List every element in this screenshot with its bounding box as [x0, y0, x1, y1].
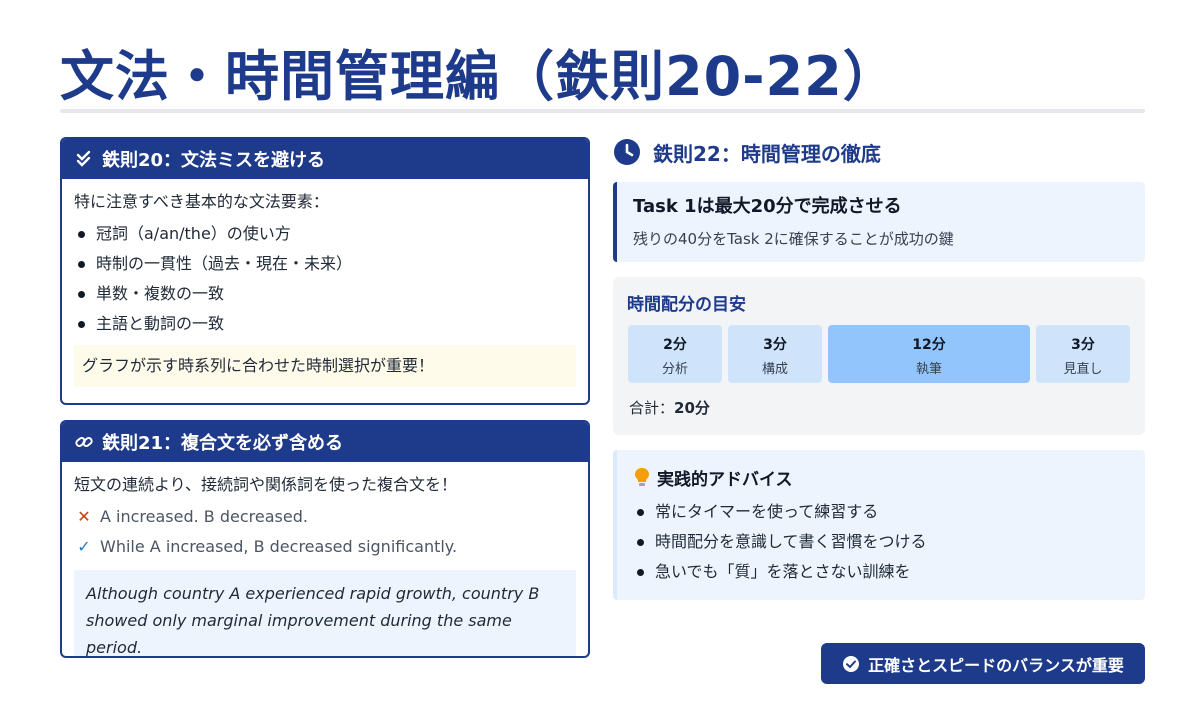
example-quote: Although country A experienced rapid gro… — [74, 570, 576, 656]
rule21-heading: 鉄則21：複合文を必ず含める — [102, 433, 344, 454]
list-item: 時間配分を意識して書く習慣をつける — [633, 527, 1129, 557]
link-icon — [74, 432, 94, 452]
rule20-header: 鉄則20：文法ミスを避ける — [62, 139, 588, 179]
rule20-card: 鉄則20：文法ミスを避ける 特に注意すべき基本的な文法要素： 冠詞（a/an/t… — [60, 137, 590, 405]
advice-box: 実践的アドバイス 常にタイマーを使って練習する 時間配分を意識して書く習慣をつけ… — [613, 450, 1145, 600]
task-title: Task 1は最大20分で完成させる — [633, 196, 902, 217]
segment-review: 3分 見直し — [1036, 325, 1130, 383]
rule20-note: グラフが示す時系列に合わせた時制選択が重要！ — [74, 345, 576, 387]
list-item: 主語と動詞の一致 — [74, 309, 576, 339]
segment-writing: 12分 執筆 — [828, 325, 1030, 383]
rule22-header: 鉄則22：時間管理の徹底 — [613, 137, 881, 167]
list-item: 常にタイマーを使って練習する — [633, 497, 1129, 527]
allocation-bar: 2分 分析 3分 構成 12分 執筆 3分 見直し — [628, 325, 1130, 383]
list-item: 時制の一貫性（過去・現在・未来） — [74, 249, 576, 279]
rule21-intro: 短文の連続より、接続詞や関係詞を使った複合文を！ — [74, 475, 458, 494]
time-allocation: 時間配分の目安 2分 分析 3分 構成 12分 執筆 3分 見直し 合計：20分 — [613, 277, 1145, 435]
advice-heading: 実践的アドバイス — [657, 469, 793, 490]
rule20-intro: 特に注意すべき基本的な文法要素： — [74, 192, 329, 211]
segment-structure: 3分 構成 — [728, 325, 822, 383]
rule20-list: 冠詞（a/an/the）の使い方 時制の一貫性（過去・現在・未来） 単数・複数の… — [74, 219, 576, 339]
cross-icon: ✕ — [77, 507, 91, 526]
check-circle-icon — [842, 655, 860, 673]
allocation-heading: 時間配分の目安 — [627, 295, 746, 315]
rule22-heading: 鉄則22：時間管理の徹底 — [653, 141, 881, 166]
balance-button-label: 正確さとスピードのバランスが重要 — [868, 655, 1124, 675]
segment-analysis: 2分 分析 — [628, 325, 722, 383]
lightbulb-icon — [633, 467, 651, 487]
clock-icon — [613, 138, 641, 166]
good-example: ✓ While A increased, B decreased signifi… — [74, 532, 576, 562]
title-divider — [60, 109, 1145, 113]
list-item: 冠詞（a/an/the）の使い方 — [74, 219, 576, 249]
double-check-icon — [74, 149, 94, 169]
rule20-heading: 鉄則20：文法ミスを避ける — [102, 150, 326, 171]
rule21-header: 鉄則21：複合文を必ず含める — [62, 422, 588, 462]
allocation-total: 合計：20分 — [629, 399, 710, 417]
advice-header: 実践的アドバイス — [633, 464, 1129, 490]
rule21-card: 鉄則21：複合文を必ず含める 短文の連続より、接続詞や関係詞を使った複合文を！ … — [60, 420, 590, 658]
balance-button[interactable]: 正確さとスピードのバランスが重要 — [821, 643, 1145, 684]
advice-list: 常にタイマーを使って練習する 時間配分を意識して書く習慣をつける 急いでも「質」… — [633, 497, 1129, 587]
task-box: Task 1は最大20分で完成させる 残りの40分をTask 2に確保することが… — [613, 182, 1145, 262]
list-item: 急いでも「質」を落とさない訓練を — [633, 557, 1129, 587]
list-item: 単数・複数の一致 — [74, 279, 576, 309]
page-title: 文法・時間管理編（鉄則20-22） — [60, 45, 898, 108]
check-icon: ✓ — [77, 537, 91, 556]
bad-example: ✕ A increased. B decreased. — [74, 502, 576, 532]
task-subtitle: 残りの40分をTask 2に確保することが成功の鍵 — [633, 230, 954, 248]
